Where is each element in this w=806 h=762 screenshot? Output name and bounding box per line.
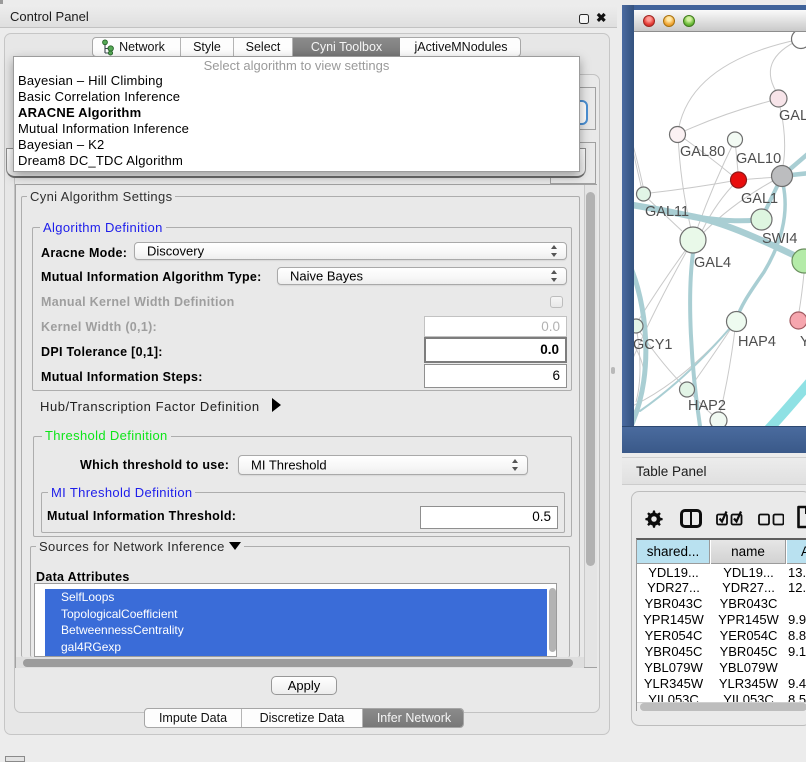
- svg-text:GAL80: GAL80: [680, 144, 725, 160]
- svg-text:GAL11: GAL11: [645, 204, 689, 220]
- svg-text:GAL7: GAL7: [779, 108, 806, 124]
- svg-text:GAL10: GAL10: [736, 151, 781, 167]
- svg-text:GAL4: GAL4: [694, 255, 731, 271]
- svg-text:GAL1: GAL1: [741, 191, 778, 207]
- svg-text:Y: Y: [800, 334, 806, 350]
- svg-text:HAP2: HAP2: [688, 398, 726, 414]
- svg-text:GCY1: GCY1: [634, 337, 673, 353]
- svg-text:HAP4: HAP4: [738, 334, 776, 350]
- svg-text:SWI4: SWI4: [762, 231, 797, 247]
